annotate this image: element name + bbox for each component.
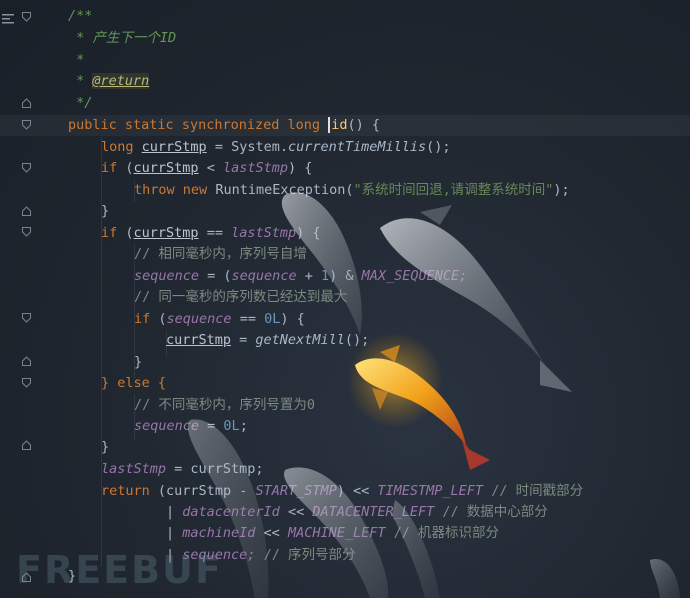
code-line: throw new RuntimeException("系统时间回退,请调整系统… (134, 182, 570, 198)
code-line: } else { (101, 375, 167, 391)
code-line: return (currStmp - START_STMP) << TIMEST… (101, 483, 584, 499)
fold-icon[interactable] (22, 206, 31, 216)
code-line: * @return (68, 73, 150, 89)
code-line: sequence = (sequence + 1) & MAX_SEQUENCE… (134, 268, 468, 284)
watermark-logo: FREEBUF (16, 548, 223, 592)
fold-icon[interactable] (22, 313, 31, 323)
editor-gutter (0, 0, 50, 598)
fold-icon[interactable] (22, 12, 31, 22)
code-line: } (101, 439, 110, 455)
code-line: * 产生下一个ID (68, 30, 177, 46)
code-line: currStmp = getNextMill(); (166, 332, 370, 348)
code-comment: // 不同毫秒内，序列号置为0 (134, 397, 316, 413)
fold-icon[interactable] (22, 356, 31, 366)
koi-golden (355, 345, 490, 470)
code-line: | datacenterId << DATACENTER_LEFT // 数据中… (166, 504, 548, 520)
code-line: if (currStmp == lastStmp) { (101, 225, 321, 241)
code-line: lastStmp = currStmp; (101, 461, 264, 477)
text-cursor (328, 117, 331, 133)
fold-icon[interactable] (22, 440, 31, 450)
code-line: if (currStmp < lastStmp) { (101, 160, 313, 176)
code-line: * (68, 52, 85, 68)
javadoc-tag: @return (92, 73, 150, 89)
code-line: if (sequence == 0L) { (134, 311, 305, 327)
method-signature-line: public static synchronized long id() { (68, 117, 380, 133)
code-comment: // 相同毫秒内，序列号自增 (134, 246, 307, 262)
fold-icon[interactable] (22, 98, 31, 108)
code-line: long currStmp = System.currentTimeMillis… (101, 139, 451, 155)
code-line: } (101, 203, 110, 219)
code-comment: // 同一毫秒的序列数已经达到最大 (134, 289, 348, 305)
fold-icon[interactable] (22, 227, 31, 237)
code-line: /** (68, 8, 93, 24)
code-editor[interactable]: /** * 产生下一个ID * * @return */ public stat… (0, 0, 690, 598)
fold-icon[interactable] (22, 163, 31, 173)
fold-icon[interactable] (22, 378, 31, 388)
structure-icon[interactable] (2, 12, 14, 28)
code-line: */ (68, 95, 93, 111)
fold-icon[interactable] (22, 120, 31, 130)
code-line: | machineId << MACHINE_LEFT // 机器标识部分 (166, 525, 500, 541)
code-line: } (134, 354, 143, 370)
koi-white-large (380, 205, 572, 392)
code-line: sequence = 0L; (134, 418, 248, 434)
